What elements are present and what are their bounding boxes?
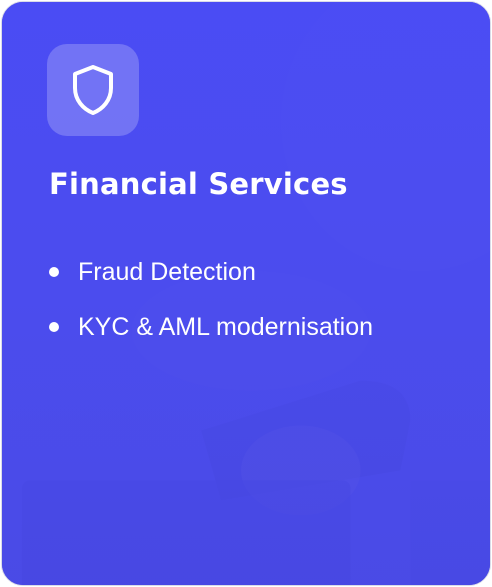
list-item: KYC & AML modernisation	[49, 307, 373, 347]
feature-label: Fraud Detection	[78, 257, 256, 286]
shield-icon	[73, 65, 113, 115]
bullet-icon	[49, 267, 59, 277]
bullet-icon	[49, 322, 59, 332]
financial-services-card[interactable]: Financial Services Fraud Detection KYC &…	[1, 1, 491, 586]
icon-tile	[47, 44, 139, 136]
feature-list: Fraud Detection KYC & AML modernisation	[49, 252, 373, 362]
feature-label: KYC & AML modernisation	[78, 312, 374, 341]
list-item: Fraud Detection	[49, 252, 373, 292]
card-title: Financial Services	[49, 167, 348, 201]
